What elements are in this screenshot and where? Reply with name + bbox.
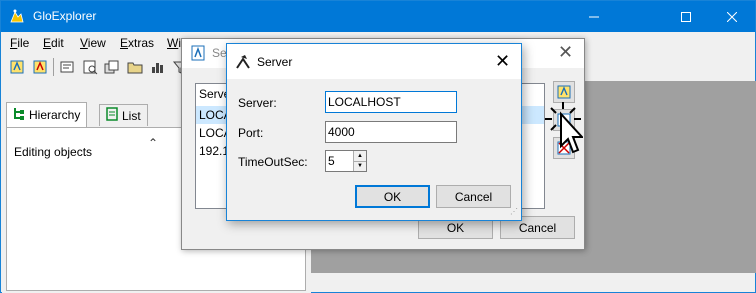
maximize-button[interactable]: [663, 1, 709, 32]
tab-hierarchy-label: Hierarchy: [29, 108, 81, 122]
disconnect-icon[interactable]: [29, 56, 51, 78]
server-dialog: Server ✕ Server: Port: TimeOutSec: ▲ ▼ O…: [226, 43, 522, 221]
tab-hierarchy[interactable]: Hierarchy: [6, 102, 88, 127]
close-icon[interactable]: ✕: [558, 42, 573, 63]
chart-icon[interactable]: [147, 56, 169, 78]
ok-button[interactable]: OK: [355, 185, 430, 208]
hierarchy-icon: [13, 107, 25, 124]
folder-icon[interactable]: [124, 56, 146, 78]
server-icon: [235, 54, 251, 73]
server-dialog-titlebar: Server ✕: [227, 44, 521, 79]
objects-icon[interactable]: [101, 56, 123, 78]
resize-grip-icon[interactable]: ⋰: [510, 207, 518, 216]
window-title: GloExplorer: [33, 9, 97, 23]
inspect-icon[interactable]: [79, 56, 101, 78]
close-icon[interactable]: ✕: [495, 51, 510, 72]
connect-icon[interactable]: [6, 56, 28, 78]
minimize-button[interactable]: [571, 1, 617, 32]
spin-up-icon[interactable]: ▲: [354, 151, 366, 161]
tab-list[interactable]: List: [99, 104, 148, 126]
class-icon[interactable]: [56, 56, 78, 78]
menu-view[interactable]: View: [80, 36, 106, 50]
gloexplorer-app-icon: [9, 8, 25, 24]
timeout-spin-buttons: ▲ ▼: [353, 151, 366, 171]
tab-list-label: List: [122, 108, 141, 123]
server-list-icon: [191, 45, 205, 64]
list-icon: [106, 107, 118, 124]
timeout-input[interactable]: [326, 151, 353, 171]
tree-item[interactable]: Editing objects: [14, 145, 92, 159]
timeout-stepper[interactable]: ▲ ▼: [325, 150, 367, 172]
close-button[interactable]: [709, 1, 755, 32]
menu-file[interactable]: File: [10, 36, 29, 50]
spin-down-icon[interactable]: ▼: [354, 160, 366, 171]
server-input[interactable]: [325, 91, 457, 113]
busy-cursor-icon: [543, 100, 585, 163]
port-input[interactable]: [325, 121, 457, 143]
server-list-dialog-title: Se: [212, 46, 227, 60]
cancel-button[interactable]: Cancel: [436, 185, 511, 208]
server-label: Server:: [238, 96, 277, 110]
menu-extras[interactable]: Extras: [120, 36, 154, 50]
title-bar: GloExplorer: [1, 1, 755, 32]
toolbar-separator: [53, 58, 54, 76]
port-label: Port:: [238, 126, 264, 140]
menu-window[interactable]: Wi: [167, 36, 181, 50]
timeout-label: TimeOutSec:: [238, 155, 308, 169]
caret-up-icon[interactable]: ⌃: [148, 136, 158, 150]
server-dialog-title: Server: [257, 55, 293, 69]
menu-edit[interactable]: Edit: [43, 36, 64, 50]
